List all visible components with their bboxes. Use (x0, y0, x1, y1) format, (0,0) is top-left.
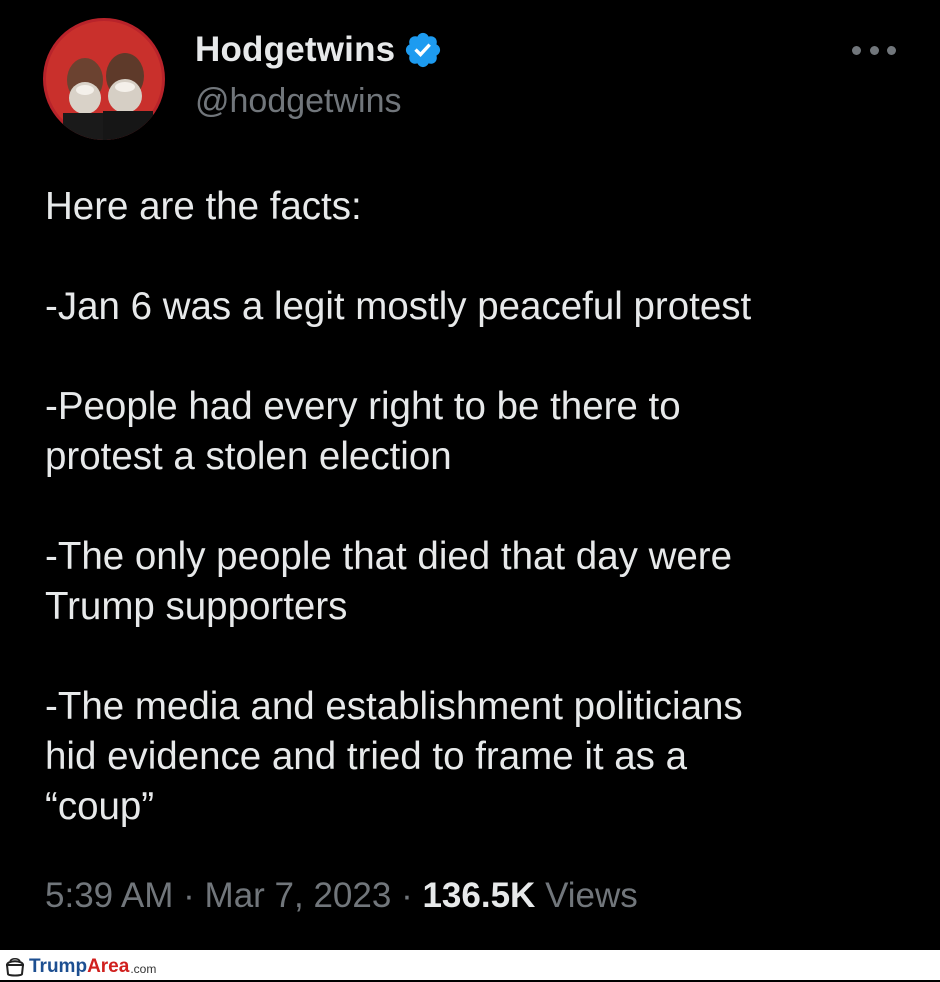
tweet-paragraph: -The only people that died that day were… (45, 535, 733, 628)
views-label: Views (545, 876, 638, 915)
tweet-paragraph: -People had every right to be there to p… (45, 385, 681, 478)
tweet-time[interactable]: 5:39 AM (45, 876, 173, 915)
dot (852, 45, 861, 55)
more-options-icon[interactable] (852, 37, 896, 63)
tweet-card: Hodgetwins @hodgetwins Here are the fact… (0, 0, 940, 960)
tweet-paragraph: Here are the facts: (45, 185, 362, 228)
avatar-image (43, 18, 165, 140)
tweet-paragraph: -Jan 6 was a legit mostly peaceful prote… (45, 285, 752, 328)
tweet-date[interactable]: Mar 7, 2023 (205, 876, 392, 915)
watermark-bar: Trump Area .com (0, 950, 940, 980)
tweet-text: Here are the facts: -Jan 6 was a legit m… (45, 182, 915, 832)
author-display-name[interactable]: Hodgetwins (195, 30, 395, 70)
views-count[interactable]: 136.5K (422, 876, 535, 915)
verified-badge-icon[interactable] (403, 30, 443, 70)
profile-avatar[interactable] (43, 18, 165, 140)
meta-separator: · (401, 876, 413, 915)
watermark: Trump Area .com (4, 956, 156, 978)
watermark-text-com: .com (130, 962, 157, 976)
tweet-meta: 5:39 AM · Mar 7, 2023 · 136.5K Views (45, 876, 638, 916)
tweet-paragraph: -The media and establishment politicians… (45, 685, 743, 828)
trumparea-logo-icon (4, 957, 26, 977)
author-name-row: Hodgetwins (195, 30, 443, 70)
dot (869, 45, 879, 55)
dot (887, 45, 896, 55)
watermark-text-area: Area (87, 956, 130, 977)
author-handle[interactable]: @hodgetwins (195, 82, 402, 121)
meta-separator: · (183, 876, 195, 915)
watermark-text-trump: Trump (29, 956, 88, 977)
